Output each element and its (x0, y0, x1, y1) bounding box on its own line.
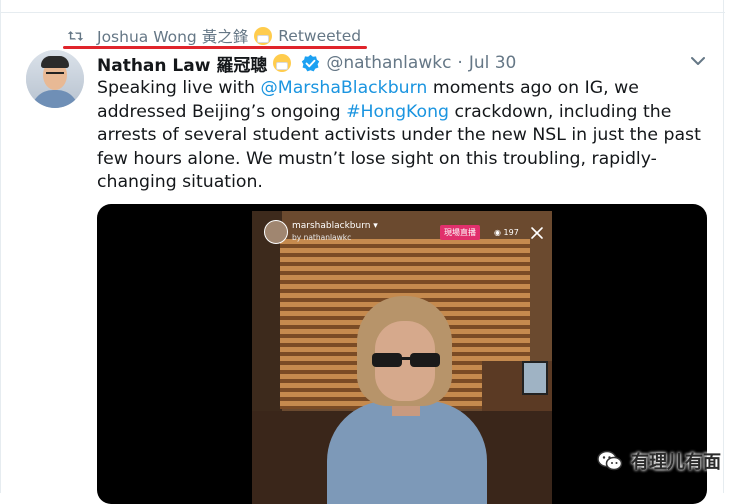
wechat-watermark: 有理儿有面 (597, 448, 721, 474)
retweeter-name[interactable]: Joshua Wong 黃之鋒 (97, 25, 248, 47)
chevron-down-icon[interactable] (691, 56, 705, 66)
red-annotation-underline (63, 46, 367, 49)
text-segment: moments ago on IG, we (427, 78, 639, 98)
live-badge: 現場直播 (440, 225, 480, 240)
tweet-date[interactable]: Jul 30 (469, 53, 517, 73)
divider (1, 12, 725, 13)
retweet-icon (67, 31, 84, 41)
wechat-icon (597, 450, 623, 471)
verified-badge-icon (302, 54, 320, 71)
tweet-text-line: addressed Beijing’s ongoing #HongKong cr… (97, 101, 707, 125)
retweeted-label: Retweeted (278, 27, 362, 45)
tweet-card[interactable]: Joshua Wong 黃之鋒 Retweeted Nathan Law 羅冠聰… (0, 0, 725, 504)
ig-subtitle: by nathanlawkc (292, 233, 352, 242)
viewer-count: ◉ 197 (494, 228, 519, 237)
author-handle[interactable]: @nathanlawkc (326, 53, 451, 73)
face-with-mask-emoji-icon (273, 54, 292, 72)
retweet-context: Joshua Wong 黃之鋒 Retweeted (67, 25, 361, 47)
tweet-text-line: few hours alone. We mustn’t lose sight o… (97, 148, 657, 169)
text-segment: Speaking live with (97, 78, 261, 98)
text-segment: addressed Beijing’s ongoing (97, 101, 347, 122)
face-with-mask-emoji-icon (254, 27, 273, 45)
ig-username[interactable]: marshablackburn ▾ (292, 221, 378, 231)
hashtag-link[interactable]: #HongKong (346, 102, 449, 122)
tweet-text-line: arrests of several student activists und… (97, 125, 701, 145)
author-avatar[interactable] (26, 50, 84, 108)
instagram-live-frame[interactable]: marshablackburn ▾ by nathanlawkc 現場直播 ◉ … (252, 211, 552, 504)
close-icon[interactable] (530, 226, 544, 240)
sunglasses (372, 353, 440, 367)
mention-link[interactable]: @MarshaBlackburn (261, 78, 428, 98)
ig-user-avatar[interactable] (264, 220, 288, 244)
tweet-text: Speaking live with @MarshaBlackburn mome… (97, 77, 707, 195)
author-name[interactable]: Nathan Law 羅冠聰 (97, 51, 267, 76)
tweet-text-line: changing situation. (97, 172, 263, 192)
monitor (522, 361, 548, 395)
person-body (327, 401, 487, 504)
tweet-text-line: Speaking live with @MarshaBlackburn mome… (97, 77, 707, 101)
tweet-header: Nathan Law 羅冠聰 @nathanlawkc · Jul 30 (97, 51, 517, 76)
text-segment: crackdown, including the (449, 101, 672, 122)
watermark-text: 有理儿有面 (631, 452, 721, 473)
separator-dot: · (457, 53, 463, 73)
